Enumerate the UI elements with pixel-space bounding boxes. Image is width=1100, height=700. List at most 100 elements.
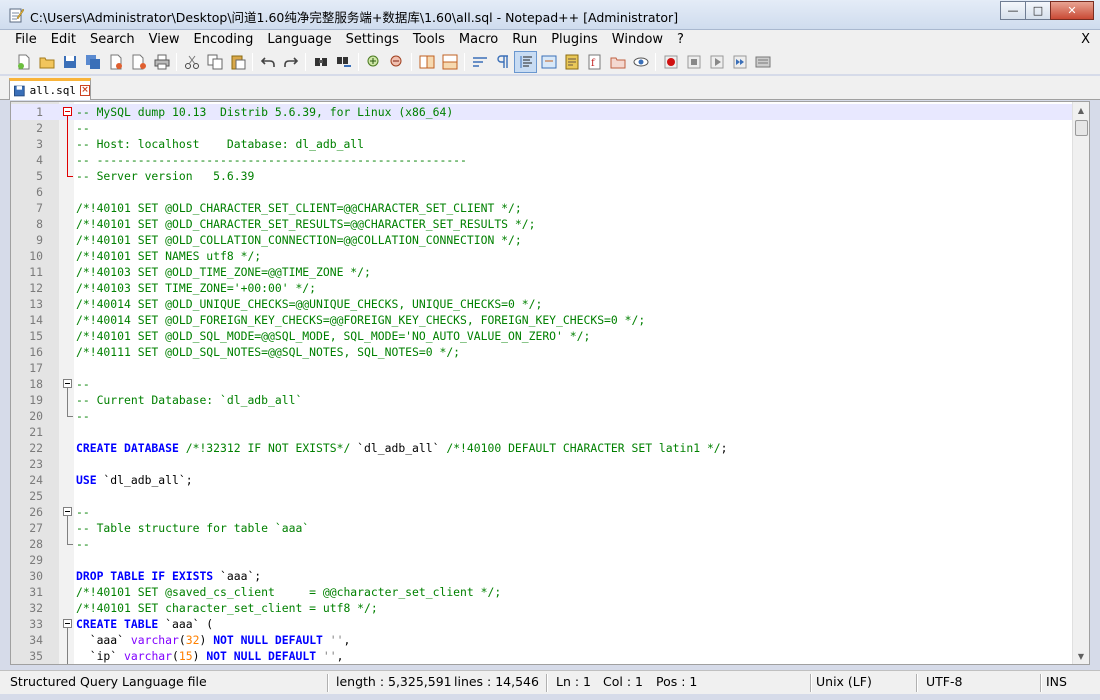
status-insert-mode[interactable]: INS bbox=[1040, 671, 1067, 695]
code-line[interactable]: 5 -- Server version 5.6.39 bbox=[11, 168, 1075, 184]
code-line[interactable]: 33 CREATE TABLE `aaa` ( bbox=[11, 616, 1075, 632]
code-line[interactable]: 30 DROP TABLE IF EXISTS `aaa`; bbox=[11, 568, 1075, 584]
code-line[interactable]: 2 -- bbox=[11, 120, 1075, 136]
function-list-icon[interactable]: f bbox=[583, 51, 606, 73]
close-window-button[interactable]: ✕ bbox=[1050, 1, 1094, 20]
new-file-icon[interactable] bbox=[12, 51, 35, 73]
tab-bar: all.sql × bbox=[0, 76, 1100, 100]
code-line[interactable]: 1 -- MySQL dump 10.13 Distrib 5.6.39, for… bbox=[11, 104, 1075, 120]
user-language-icon[interactable] bbox=[537, 51, 560, 73]
code-line[interactable]: 23 bbox=[11, 456, 1075, 472]
code-line[interactable]: 7 /*!40101 SET @OLD_CHARACTER_SET_CLIENT=… bbox=[11, 200, 1075, 216]
code-line[interactable]: 24 USE `dl_adb_all`; bbox=[11, 472, 1075, 488]
indent-guide-icon[interactable] bbox=[514, 51, 537, 73]
close-file-icon[interactable] bbox=[104, 51, 127, 73]
code-line[interactable]: 14 /*!40014 SET @OLD_FOREIGN_KEY_CHECKS=@… bbox=[11, 312, 1075, 328]
monitoring-icon[interactable] bbox=[629, 51, 652, 73]
menu-run[interactable]: Run bbox=[505, 30, 544, 50]
code-line[interactable]: 21 bbox=[11, 424, 1075, 440]
close-all-icon[interactable] bbox=[127, 51, 150, 73]
menu-tools[interactable]: Tools bbox=[406, 30, 452, 50]
code-line[interactable]: 27 -- Table structure for table `aaa` bbox=[11, 520, 1075, 536]
redo-icon[interactable] bbox=[279, 51, 302, 73]
code-line[interactable]: 20 -- bbox=[11, 408, 1075, 424]
code-line[interactable]: 3 -- Host: localhost Database: dl_adb_all bbox=[11, 136, 1075, 152]
save-all-icon[interactable] bbox=[81, 51, 104, 73]
show-all-characters-icon[interactable] bbox=[491, 51, 514, 73]
code-line[interactable]: 4 -- ------------------------------------… bbox=[11, 152, 1075, 168]
scroll-up-arrow-icon[interactable]: ▲ bbox=[1073, 102, 1089, 118]
minimize-button[interactable]: — bbox=[1000, 1, 1026, 20]
menu-settings[interactable]: Settings bbox=[339, 30, 406, 50]
fold-toggle-icon[interactable] bbox=[63, 507, 72, 516]
menu-encoding[interactable]: Encoding bbox=[186, 30, 260, 50]
code-line[interactable]: 25 bbox=[11, 488, 1075, 504]
code-line[interactable]: 35 `ip` varchar(15) NOT NULL DEFAULT '', bbox=[11, 648, 1075, 664]
scroll-down-arrow-icon[interactable]: ▼ bbox=[1073, 648, 1089, 664]
tab-close-icon[interactable]: × bbox=[80, 85, 90, 96]
code-line[interactable]: 19 -- Current Database: `dl_adb_all` bbox=[11, 392, 1075, 408]
code-line[interactable]: 34 `aaa` varchar(32) NOT NULL DEFAULT ''… bbox=[11, 632, 1075, 648]
tab-all-sql[interactable]: all.sql × bbox=[9, 78, 91, 100]
code-line[interactable]: 17 bbox=[11, 360, 1075, 376]
notepadpp-app-icon[interactable] bbox=[8, 7, 24, 23]
cut-icon[interactable] bbox=[180, 51, 203, 73]
status-encoding[interactable]: UTF-8 bbox=[920, 671, 962, 695]
undo-icon[interactable] bbox=[256, 51, 279, 73]
code-line[interactable]: 8 /*!40101 SET @OLD_CHARACTER_SET_RESULTS… bbox=[11, 216, 1075, 232]
code-line[interactable]: 28 -- bbox=[11, 536, 1075, 552]
code-line[interactable]: 16 /*!40111 SET @OLD_SQL_NOTES=@@SQL_NOTE… bbox=[11, 344, 1075, 360]
save-icon[interactable] bbox=[58, 51, 81, 73]
maximize-button[interactable]: □ bbox=[1025, 1, 1051, 20]
code-line[interactable]: 12 /*!40103 SET TIME_ZONE='+00:00' */; bbox=[11, 280, 1075, 296]
code-text: /*!40103 SET TIME_ZONE='+00:00' */; bbox=[76, 280, 316, 296]
close-document-button[interactable]: X bbox=[1081, 30, 1090, 50]
code-line[interactable]: 10 /*!40101 SET NAMES utf8 */; bbox=[11, 248, 1075, 264]
copy-icon[interactable] bbox=[203, 51, 226, 73]
fold-toggle-icon[interactable] bbox=[63, 619, 72, 628]
zoom-in-icon[interactable] bbox=[362, 51, 385, 73]
sync-vertical-icon[interactable] bbox=[415, 51, 438, 73]
code-line[interactable]: 6 bbox=[11, 184, 1075, 200]
play-macro-icon[interactable] bbox=[705, 51, 728, 73]
save-macro-icon[interactable] bbox=[751, 51, 774, 73]
document-map-icon[interactable] bbox=[560, 51, 583, 73]
word-wrap-icon[interactable] bbox=[468, 51, 491, 73]
menu-file[interactable]: File bbox=[8, 30, 44, 50]
print-icon[interactable] bbox=[150, 51, 173, 73]
replace-icon[interactable] bbox=[332, 51, 355, 73]
folder-workspace-icon[interactable] bbox=[606, 51, 629, 73]
editor-pane[interactable]: 1 -- MySQL dump 10.13 Distrib 5.6.39, for… bbox=[10, 101, 1090, 665]
menu-view[interactable]: View bbox=[142, 30, 187, 50]
menu-edit[interactable]: Edit bbox=[44, 30, 83, 50]
fold-toggle-icon[interactable] bbox=[63, 379, 72, 388]
fold-toggle-icon[interactable] bbox=[63, 107, 72, 116]
paste-icon[interactable] bbox=[226, 51, 249, 73]
zoom-out-icon[interactable] bbox=[385, 51, 408, 73]
code-line[interactable]: 29 bbox=[11, 552, 1075, 568]
sync-horizontal-icon[interactable] bbox=[438, 51, 461, 73]
menu-macro[interactable]: Macro bbox=[452, 30, 505, 50]
code-line[interactable]: 18 -- bbox=[11, 376, 1075, 392]
menu-language[interactable]: Language bbox=[260, 30, 338, 50]
code-line[interactable]: 31 /*!40101 SET @saved_cs_client = @@char… bbox=[11, 584, 1075, 600]
find-icon[interactable] bbox=[309, 51, 332, 73]
menu-plugins[interactable]: Plugins bbox=[544, 30, 605, 50]
code-line[interactable]: 13 /*!40014 SET @OLD_UNIQUE_CHECKS=@@UNIQ… bbox=[11, 296, 1075, 312]
code-line[interactable]: 32 /*!40101 SET character_set_client = ut… bbox=[11, 600, 1075, 616]
vertical-scrollbar[interactable]: ▲ ▼ bbox=[1072, 102, 1089, 664]
code-line[interactable]: 15 /*!40101 SET @OLD_SQL_MODE=@@SQL_MODE,… bbox=[11, 328, 1075, 344]
code-line[interactable]: 11 /*!40103 SET @OLD_TIME_ZONE=@@TIME_ZON… bbox=[11, 264, 1075, 280]
code-line[interactable]: 22 CREATE DATABASE /*!32312 IF NOT EXISTS… bbox=[11, 440, 1075, 456]
menu-search[interactable]: Search bbox=[83, 30, 142, 50]
menu-help[interactable]: ? bbox=[670, 30, 691, 50]
code-line[interactable]: 9 /*!40101 SET @OLD_COLLATION_CONNECTION=… bbox=[11, 232, 1075, 248]
status-eol[interactable]: Unix (LF) bbox=[810, 671, 872, 695]
code-line[interactable]: 26 -- bbox=[11, 504, 1075, 520]
stop-macro-icon[interactable] bbox=[682, 51, 705, 73]
menu-window[interactable]: Window bbox=[605, 30, 670, 50]
scroll-thumb[interactable] bbox=[1075, 120, 1088, 136]
run-macro-multiple-icon[interactable] bbox=[728, 51, 751, 73]
open-file-icon[interactable] bbox=[35, 51, 58, 73]
record-macro-icon[interactable] bbox=[659, 51, 682, 73]
